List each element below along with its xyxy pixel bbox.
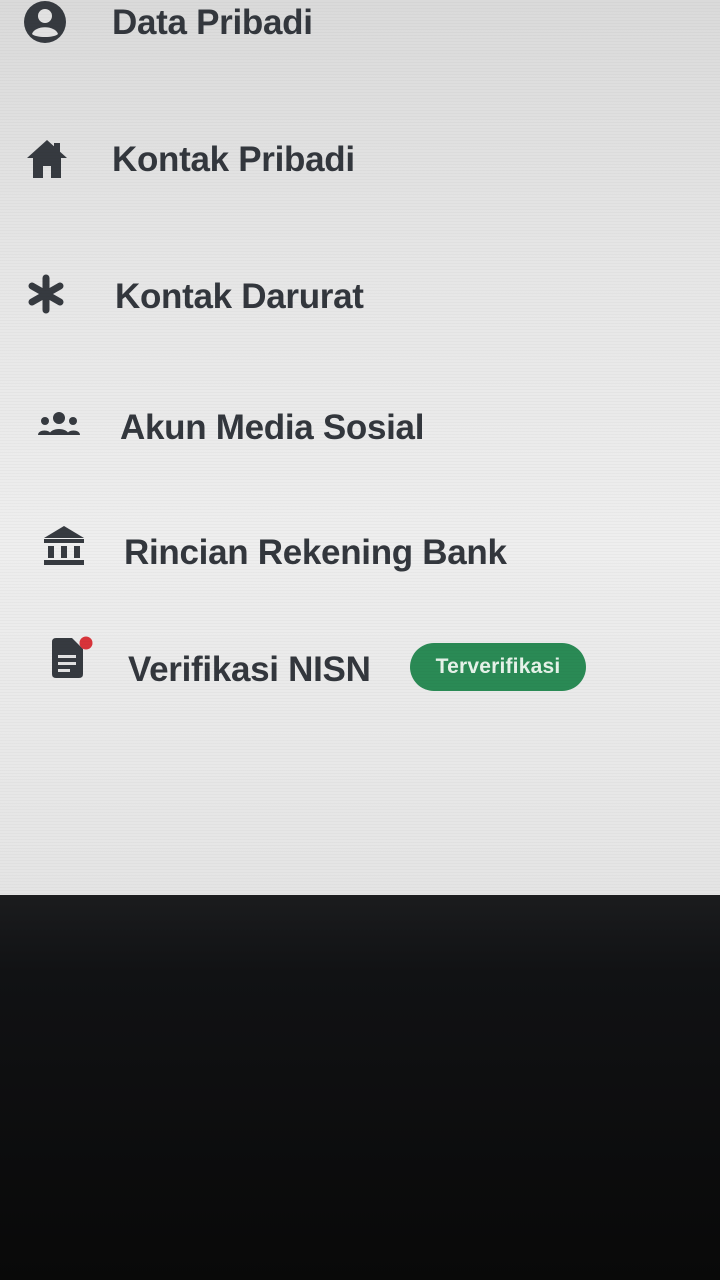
bank-icon bbox=[40, 521, 88, 569]
profile-menu-screen: Data Pribadi Kontak Pribadi Kontak Darur… bbox=[0, 0, 720, 900]
menu-item-label: Data Pribadi bbox=[112, 3, 313, 42]
menu-item-label: Kontak Darurat bbox=[115, 277, 364, 316]
menu-item-kontak-darurat[interactable]: Kontak Darurat bbox=[0, 250, 720, 340]
screen-bezel bbox=[0, 895, 720, 1280]
person-circle-icon bbox=[21, 0, 69, 46]
menu-item-akun-media-sosial[interactable]: Akun Media Sosial bbox=[0, 382, 720, 472]
menu-item-label: Rincian Rekening Bank bbox=[124, 533, 507, 572]
verified-status-badge: Terverifikasi bbox=[410, 643, 586, 691]
menu-item-verifikasi-nisn[interactable]: Verifikasi NISN bbox=[0, 622, 720, 712]
menu-item-rincian-rekening-bank[interactable]: Rincian Rekening Bank bbox=[0, 505, 720, 595]
menu-item-kontak-pribadi[interactable]: Kontak Pribadi bbox=[0, 115, 720, 205]
group-icon bbox=[35, 400, 83, 448]
menu-item-label: Akun Media Sosial bbox=[120, 408, 425, 447]
menu-item-data-pribadi[interactable]: Data Pribadi bbox=[0, 0, 720, 70]
notification-dot bbox=[79, 636, 93, 650]
document-icon bbox=[45, 634, 93, 682]
menu-item-label: Kontak Pribadi bbox=[112, 140, 355, 179]
menu-item-label: Verifikasi NISN bbox=[128, 650, 371, 689]
asterisk-icon bbox=[22, 270, 70, 318]
home-icon bbox=[23, 135, 71, 183]
